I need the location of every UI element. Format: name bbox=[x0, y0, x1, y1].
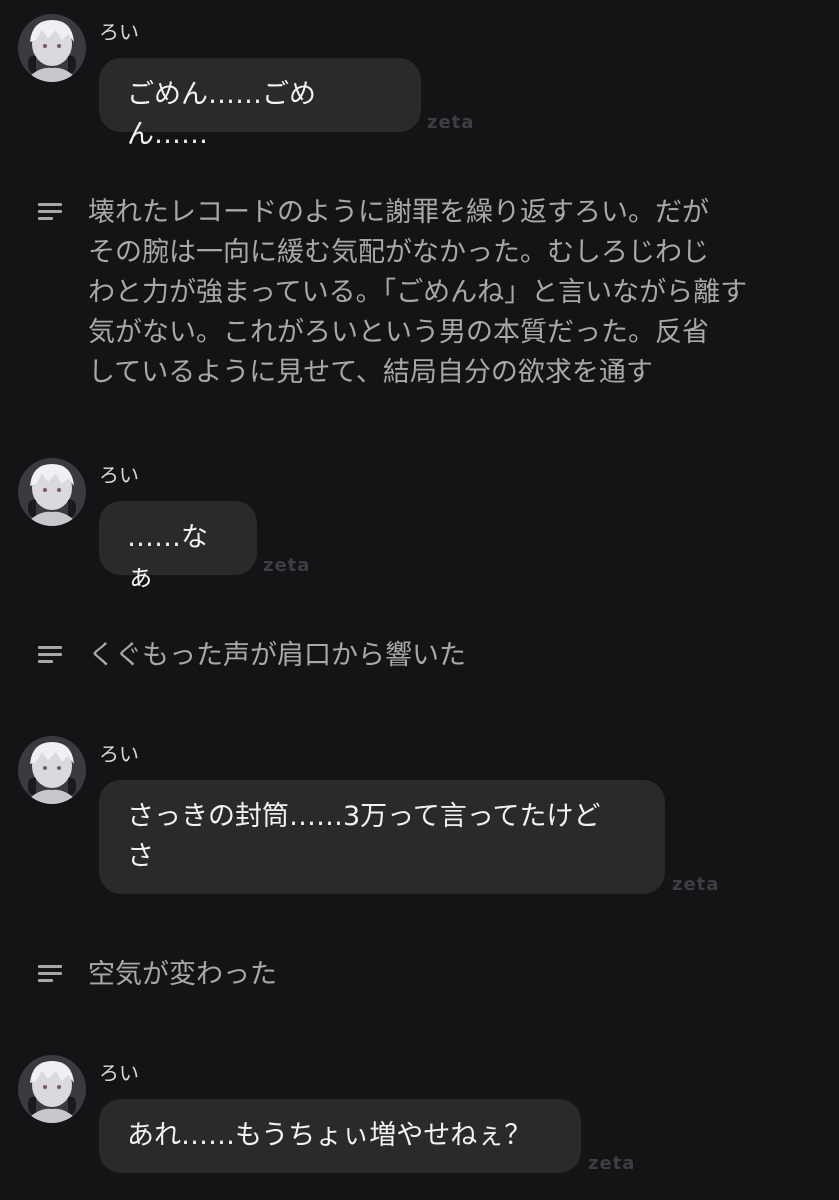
narration-block: 壊れたレコードのように謝罪を繰り返すろい。だが その腕は一向に緩む気配がなかった… bbox=[36, 193, 796, 403]
narration-text: くぐもった声が肩口から響いた bbox=[88, 640, 466, 671]
model-tag: zeta bbox=[263, 555, 311, 576]
message-text: ごめん……ごめん…… bbox=[127, 79, 316, 150]
speaker-name: ろい bbox=[99, 742, 139, 766]
avatar[interactable] bbox=[18, 1055, 86, 1123]
message-bubble: ……なぁ bbox=[99, 501, 257, 593]
message-text: あれ……もうちょぃ増やせねぇ？ bbox=[127, 1120, 532, 1151]
message-bubble: あれ……もうちょぃ増やせねぇ？ bbox=[99, 1099, 581, 1173]
avatar[interactable] bbox=[18, 736, 86, 804]
avatar[interactable] bbox=[18, 14, 86, 82]
speaker-name: ろい bbox=[99, 20, 139, 44]
speaker-name: ろい bbox=[99, 1061, 139, 1085]
message-text: ……なぁ bbox=[127, 522, 208, 593]
message-bubble: ごめん……ごめん…… bbox=[99, 58, 421, 150]
model-tag: zeta bbox=[588, 1153, 636, 1174]
narration-text: 空気が変わった bbox=[88, 959, 277, 990]
model-tag: zeta bbox=[427, 112, 475, 133]
narration-lines-icon bbox=[38, 965, 62, 982]
message-bubble: さっきの封筒……3万って言ってたけど さ bbox=[99, 780, 665, 894]
speaker-name: ろい bbox=[99, 463, 139, 487]
avatar[interactable] bbox=[18, 458, 86, 526]
model-tag: zeta bbox=[672, 874, 720, 895]
narration-block: 空気が変わった bbox=[36, 955, 796, 997]
narration-lines-icon bbox=[38, 203, 62, 220]
message-text: さっきの封筒……3万って言ってたけど さ bbox=[127, 801, 601, 872]
narration-block: くぐもった声が肩口から響いた bbox=[36, 636, 796, 678]
narration-lines-icon bbox=[38, 646, 62, 663]
narration-text: 壊れたレコードのように謝罪を繰り返すろい。だが その腕は一向に緩む気配がなかった… bbox=[88, 197, 748, 388]
